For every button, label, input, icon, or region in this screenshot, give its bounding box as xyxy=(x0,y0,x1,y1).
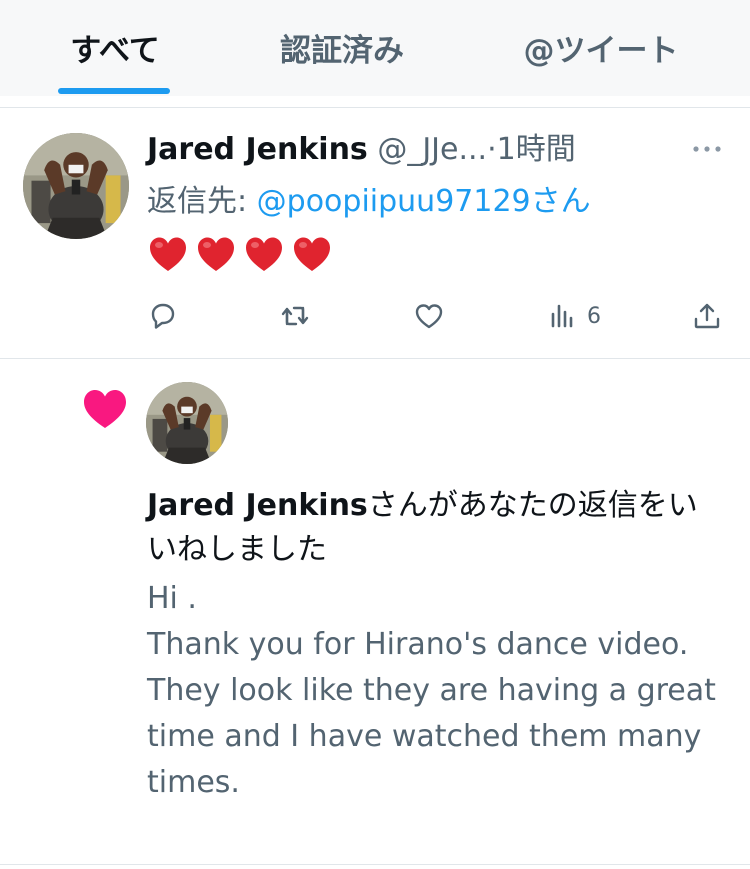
liked-reply-text[interactable]: Hi . Thank you for Hirano's dance video.… xyxy=(147,576,717,806)
tweet-actions: 6 xyxy=(147,296,737,336)
like-heart-icon xyxy=(415,304,443,329)
more-options-icon[interactable] xyxy=(690,132,724,166)
like-button[interactable] xyxy=(413,296,445,336)
reply-text-line: Thank you for Hirano's dance video. xyxy=(147,627,689,662)
reply-button[interactable] xyxy=(147,296,179,336)
tab-mentions[interactable]: @ツイート xyxy=(496,26,706,76)
retweet-icon xyxy=(281,306,309,326)
tab-all[interactable]: すべて xyxy=(40,26,190,76)
divider xyxy=(0,358,750,359)
display-name[interactable]: Jared Jenkins xyxy=(147,132,368,167)
divider xyxy=(0,864,750,865)
notification-avatar[interactable] xyxy=(146,382,228,464)
reply-text-line: Hi . xyxy=(147,581,197,616)
notification-tabs: すべて 認証済み @ツイート xyxy=(0,0,750,96)
notification-title: Jared Jenkinsさんがあなたの返信をいいねしました xyxy=(147,484,727,572)
reply-prefix: 返信先: xyxy=(147,184,257,219)
tabs-separator xyxy=(0,96,750,108)
views-chart-icon xyxy=(551,304,573,328)
tweet-text xyxy=(147,234,333,278)
active-tab-indicator xyxy=(58,88,170,94)
tweet-header: Jared Jenkins @_JJe...·1時間 xyxy=(147,128,667,172)
avatar-photo xyxy=(23,133,129,239)
red-heart-emoji-icon xyxy=(198,237,234,271)
avatar-photo xyxy=(146,382,228,464)
reply-to-handle[interactable]: @poopiipuu97129 xyxy=(257,184,531,219)
tab-verified[interactable]: 認証済み xyxy=(262,26,422,76)
reply-to-suffix[interactable]: さん xyxy=(531,184,591,219)
views-count: 6 xyxy=(587,303,601,329)
views-button[interactable]: 6 xyxy=(547,296,601,336)
share-button[interactable] xyxy=(691,296,723,336)
retweet-button[interactable] xyxy=(279,296,311,336)
red-heart-emoji-icon xyxy=(246,237,282,271)
reply-text-line: They look like they are having a great t… xyxy=(147,673,716,800)
separator-dot: · xyxy=(487,132,497,167)
tweet-time[interactable]: 1時間 xyxy=(497,132,576,167)
reply-context: 返信先: @poopiipuu97129さん xyxy=(147,180,591,224)
reply-icon xyxy=(151,303,175,329)
like-notification-heart-icon xyxy=(84,390,126,428)
notification-user-name[interactable]: Jared Jenkins xyxy=(147,488,368,523)
share-upload-icon xyxy=(694,303,720,329)
red-heart-emoji-icon xyxy=(150,237,186,271)
avatar[interactable] xyxy=(23,133,129,239)
user-handle[interactable]: @_JJe... xyxy=(377,132,487,167)
red-heart-emoji-icon xyxy=(294,237,330,271)
